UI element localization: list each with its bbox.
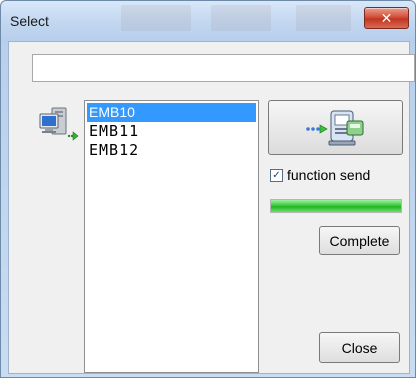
title-bar[interactable]: Select ✕	[1, 1, 415, 43]
background-window-glimpse	[121, 5, 191, 31]
select-dialog: Select ✕ EMB10 EMB11 EMB12 ✓ function se…	[0, 0, 416, 378]
window-title: Select	[10, 13, 49, 29]
progress-bar-fill	[271, 200, 401, 212]
list-item[interactable]: EMB10	[87, 103, 256, 122]
background-window-glimpse	[296, 5, 351, 31]
complete-button[interactable]: Complete	[319, 226, 400, 255]
function-send-label: function send	[287, 167, 371, 183]
checkmark-icon: ✓	[272, 169, 281, 181]
path-input[interactable]	[32, 54, 415, 82]
list-item[interactable]: EMB12	[85, 141, 258, 160]
close-icon: ✕	[380, 9, 393, 26]
list-item[interactable]: EMB11	[85, 122, 258, 141]
close-button[interactable]: Close	[319, 332, 400, 363]
dialog-body: EMB10 EMB11 EMB12 ✓ function send Comple…	[8, 41, 415, 374]
progress-bar	[270, 199, 402, 213]
device-list[interactable]: EMB10 EMB11 EMB12	[84, 100, 259, 373]
background-window-glimpse	[211, 5, 271, 31]
send-button[interactable]	[268, 100, 403, 155]
function-send-checkbox[interactable]: ✓	[270, 168, 283, 182]
function-send-option[interactable]: ✓ function send	[270, 167, 370, 183]
window-close-button[interactable]: ✕	[364, 7, 409, 29]
pc-network-icon	[39, 107, 79, 141]
send-to-device-icon	[305, 110, 363, 145]
